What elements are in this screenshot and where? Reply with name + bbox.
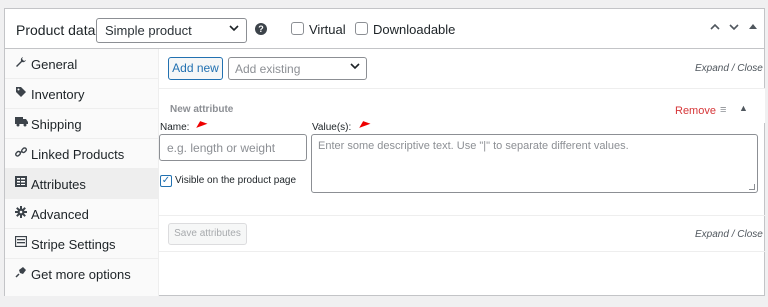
truck-icon <box>14 116 28 130</box>
link-icon <box>14 146 28 160</box>
move-down-icon[interactable] <box>728 21 740 36</box>
tab-label: Inventory <box>31 87 85 102</box>
drag-handle-icon[interactable]: ≡ <box>720 104 726 116</box>
visible-checkbox[interactable]: ✓ <box>160 175 172 187</box>
tab-get-more-options[interactable]: Get more options <box>5 259 158 289</box>
attribute-title: New attribute <box>170 104 234 115</box>
attribute-values-textarea[interactable]: Enter some descriptive text. Use "|" to … <box>311 134 758 193</box>
downloadable-label: Downloadable <box>373 22 456 37</box>
product-type-select[interactable]: Simple product <box>96 18 247 43</box>
product-type-value: Simple product <box>105 23 192 38</box>
collapse-attribute-icon[interactable]: ▲ <box>739 103 748 113</box>
tab-label: Stripe Settings <box>31 237 116 252</box>
tab-label: Linked Products <box>31 147 125 162</box>
remove-attribute-link[interactable]: Remove <box>675 105 716 117</box>
panel-header: Product data — Simple product ? Virtual … <box>5 9 764 49</box>
product-data-panel: Product data — Simple product ? Virtual … <box>4 8 765 296</box>
expand-close-link[interactable]: Expand / Close <box>695 63 763 74</box>
values-placeholder: Enter some descriptive text. Use "|" to … <box>318 140 629 152</box>
save-attributes-button[interactable]: Save attributes <box>168 223 247 245</box>
add-existing-select[interactable]: Add existing <box>228 57 367 80</box>
attributes-panel: Add new Add existing Expand / Close New … <box>159 49 765 296</box>
tab-shipping[interactable]: Shipping <box>5 109 158 139</box>
virtual-checkbox[interactable] <box>291 22 304 35</box>
resize-handle-icon[interactable] <box>749 184 755 190</box>
chevron-down-icon <box>349 60 361 75</box>
tag-icon <box>14 86 28 100</box>
tab-label: Shipping <box>31 117 82 132</box>
expand-close-link[interactable]: Expand / Close <box>695 229 763 240</box>
chevron-down-icon <box>228 22 240 37</box>
tab-attributes[interactable]: Attributes <box>5 169 158 199</box>
wrench-icon <box>14 56 28 70</box>
add-existing-placeholder: Add existing <box>235 62 301 76</box>
tab-label: Get more options <box>31 267 131 282</box>
tab-inventory[interactable]: Inventory <box>5 79 158 109</box>
virtual-label: Virtual <box>309 22 346 37</box>
tab-label: General <box>31 57 78 72</box>
tab-general[interactable]: General <box>5 49 158 79</box>
add-new-button[interactable]: Add new <box>168 57 223 80</box>
card-icon <box>14 235 28 250</box>
downloadable-checkbox[interactable] <box>355 22 368 35</box>
help-icon[interactable]: ? <box>255 23 267 35</box>
name-placeholder: e.g. length or weight <box>167 141 276 155</box>
list-icon <box>14 176 28 190</box>
visible-label: Visible on the product page <box>175 175 297 186</box>
product-data-tabs: General Inventory Shipping Linked Produc… <box>5 49 159 296</box>
divider <box>159 215 765 216</box>
name-label: Name: <box>160 122 190 133</box>
attribute-name-input[interactable]: e.g. length or weight <box>159 134 307 161</box>
tab-stripe-settings[interactable]: Stripe Settings <box>5 229 158 259</box>
gear-icon <box>14 206 28 220</box>
attribute-header[interactable]: New attribute Remove ≡ ▲ <box>159 89 765 123</box>
move-up-icon[interactable] <box>709 21 721 36</box>
tab-linked-products[interactable]: Linked Products <box>5 139 158 169</box>
collapse-panel-icon[interactable] <box>748 21 758 36</box>
values-label: Value(s): <box>312 122 352 133</box>
divider <box>159 251 765 252</box>
plugin-icon <box>14 266 28 280</box>
tab-label: Attributes <box>31 177 86 192</box>
tab-advanced[interactable]: Advanced <box>5 199 158 229</box>
tab-label: Advanced <box>31 207 89 222</box>
